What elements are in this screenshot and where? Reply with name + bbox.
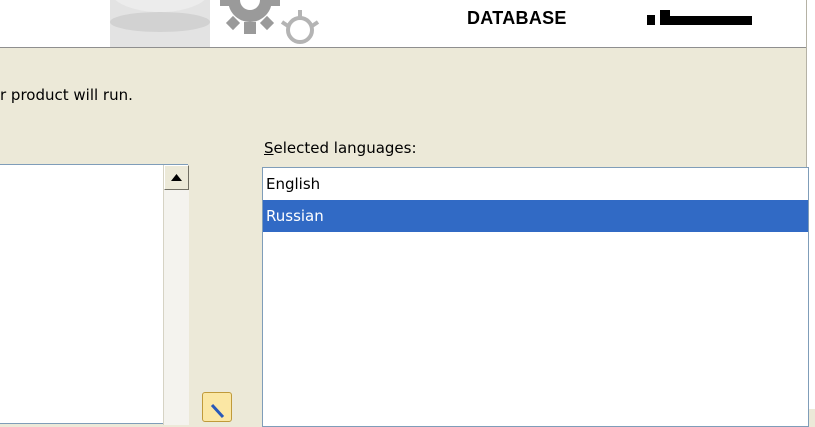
selected-languages-label: Selected languages: bbox=[264, 139, 417, 157]
banner-graphic bbox=[110, 0, 320, 47]
database-cylinder-icon bbox=[110, 0, 210, 47]
oracle-logo-mark bbox=[647, 10, 752, 25]
move-language-button[interactable] bbox=[202, 392, 232, 422]
pencil-arrow-icon bbox=[210, 403, 225, 419]
selected-languages-list[interactable]: English Russian bbox=[262, 167, 809, 427]
installer-banner: DATABASE bbox=[0, 0, 806, 47]
gear-icon bbox=[220, 0, 280, 34]
banner-database-word: DATABASE bbox=[467, 8, 567, 28]
list-item-russian[interactable]: Russian bbox=[263, 200, 808, 232]
available-languages-scrollbar[interactable] bbox=[163, 165, 189, 425]
selected-languages-accelerator: S bbox=[264, 139, 274, 157]
instruction-text: r product will run. bbox=[0, 86, 133, 104]
banner-divider bbox=[0, 47, 806, 48]
list-item-english[interactable]: English bbox=[263, 168, 808, 200]
scroll-up-button[interactable] bbox=[164, 165, 189, 190]
selected-languages-label-text: elected languages: bbox=[273, 139, 417, 157]
small-gear-icon bbox=[280, 10, 320, 44]
triangle-up-icon bbox=[171, 174, 182, 181]
available-languages-list[interactable] bbox=[0, 164, 188, 424]
